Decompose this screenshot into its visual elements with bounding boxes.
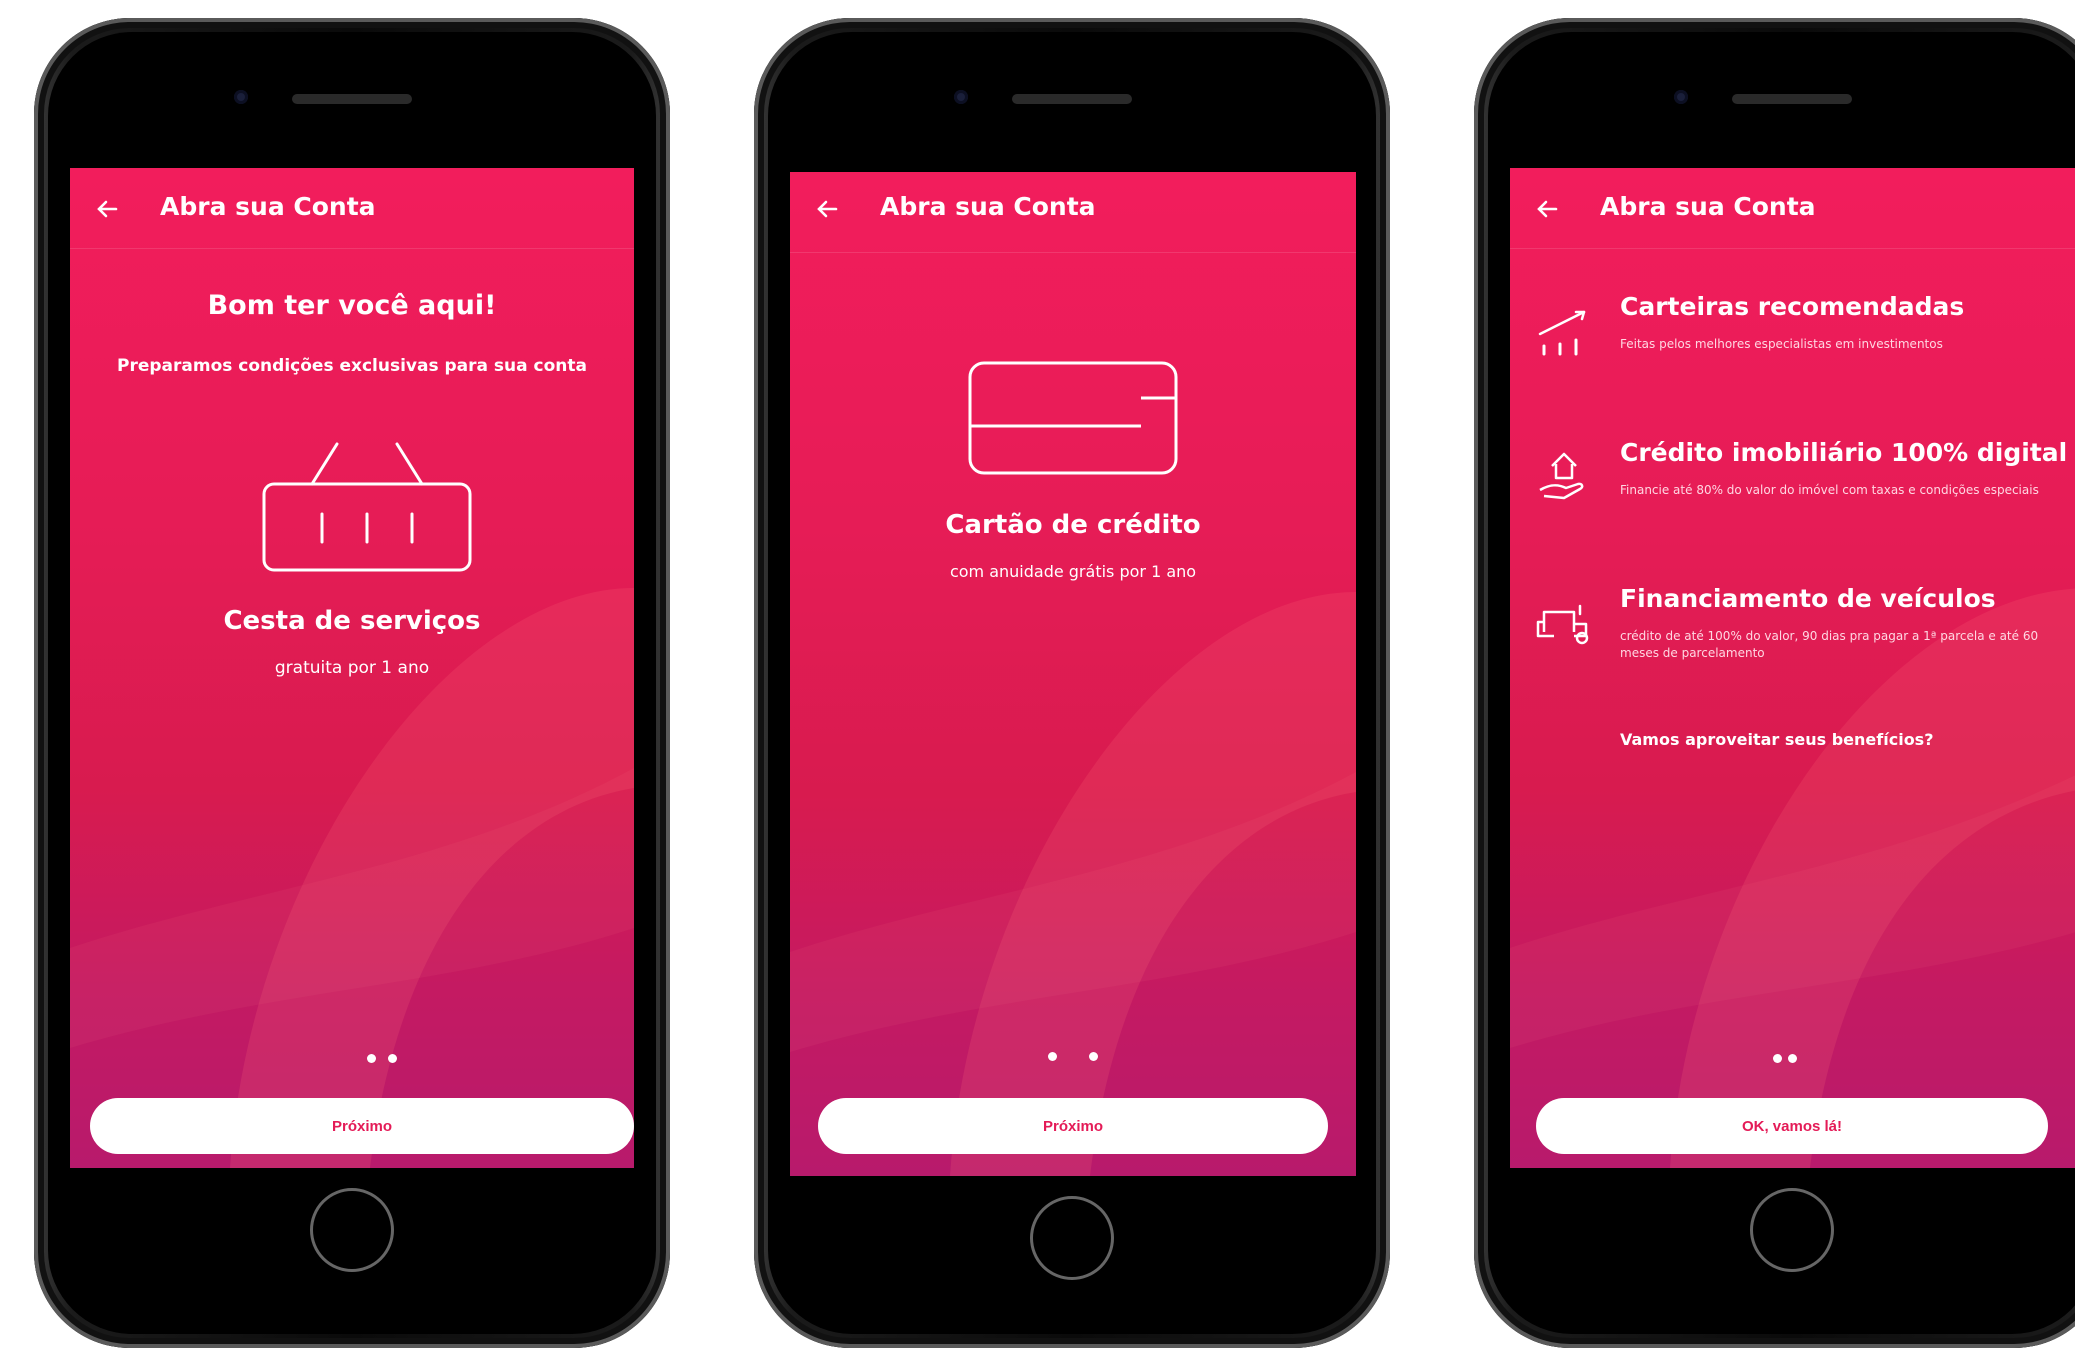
page-title: Abra sua Conta xyxy=(1600,192,1816,221)
background-swoosh xyxy=(790,592,1356,1176)
page-dot xyxy=(1773,1054,1782,1063)
benefit-title: Carteiras recomendadas xyxy=(1620,292,1965,321)
front-camera xyxy=(954,90,968,104)
phone-frame-2: Abra sua Conta Cartão de crédito com anu… xyxy=(754,18,1390,1348)
next-button[interactable]: Próximo xyxy=(818,1098,1328,1154)
item-subtitle: com anuidade grátis por 1 ano xyxy=(949,562,1197,581)
front-camera xyxy=(234,90,248,104)
item-subtitle: gratuita por 1 ano xyxy=(274,658,430,678)
benefit-title: Crédito imobiliário 100% digital xyxy=(1620,438,2068,467)
home-button[interactable] xyxy=(1750,1188,1834,1272)
benefits-question: Vamos aproveitar seus benefícios? xyxy=(1620,730,1934,749)
earpiece-speaker xyxy=(1012,94,1132,104)
home-button[interactable] xyxy=(1030,1196,1114,1280)
screen-credit-card: Abra sua Conta Cartão de crédito com anu… xyxy=(790,172,1356,1176)
earpiece-speaker xyxy=(292,94,412,104)
benefit-description: crédito de até 100% do valor, 90 dias pr… xyxy=(1620,629,2039,660)
top-bar: Abra sua Conta xyxy=(70,168,634,249)
page-title: Abra sua Conta xyxy=(880,192,1096,221)
page-dot xyxy=(1788,1054,1797,1063)
earpiece-speaker xyxy=(1732,94,1852,104)
welcome-subheading: Preparamos condições exclusivas para sua… xyxy=(117,356,587,376)
screen-benefits: Abra sua Conta Carteiras recomendadas Fe… xyxy=(1510,168,2075,1168)
front-camera xyxy=(1674,90,1688,104)
trend-chart-icon xyxy=(1538,310,1586,356)
page-indicator xyxy=(1510,1048,2075,1067)
welcome-heading: Bom ter você aqui! xyxy=(207,290,497,321)
truck-icon xyxy=(1536,604,1589,645)
benefit-description: Feitas pelos melhores especialistas em i… xyxy=(1620,337,1943,351)
top-bar: Abra sua Conta xyxy=(790,172,1356,253)
page-dot xyxy=(1048,1052,1057,1061)
top-bar: Abra sua Conta xyxy=(1510,168,2075,249)
page-dot xyxy=(388,1054,397,1063)
page-dot xyxy=(1089,1052,1098,1061)
phone-frame-1: Abra sua Conta Bom ter você aqui! Prepar… xyxy=(34,18,670,1348)
arrow-left-icon[interactable] xyxy=(1532,194,1562,224)
page-indicator xyxy=(130,1048,634,1067)
home-button[interactable] xyxy=(310,1188,394,1272)
house-hand-icon xyxy=(1539,452,1584,500)
page-dot xyxy=(367,1054,376,1063)
arrow-left-icon[interactable] xyxy=(812,194,842,224)
benefit-description: Financie até 80% do valor do imóvel com … xyxy=(1620,483,2039,497)
basket-icon xyxy=(262,442,472,572)
credit-card-icon xyxy=(968,361,1178,475)
arrow-left-icon[interactable] xyxy=(92,194,122,224)
page-indicator xyxy=(790,1046,1356,1065)
benefit-title: Financiamento de veículos xyxy=(1620,584,1996,613)
phone-frame-3: Abra sua Conta Carteiras recomendadas Fe… xyxy=(1474,18,2075,1348)
item-title: Cesta de serviços xyxy=(223,606,481,636)
page-title: Abra sua Conta xyxy=(160,192,376,221)
ok-button[interactable]: OK, vamos lá! xyxy=(1536,1098,2048,1154)
screen-welcome: Abra sua Conta Bom ter você aqui! Prepar… xyxy=(70,168,634,1168)
next-button[interactable]: Próximo xyxy=(90,1098,634,1154)
item-title: Cartão de crédito xyxy=(945,510,1201,540)
